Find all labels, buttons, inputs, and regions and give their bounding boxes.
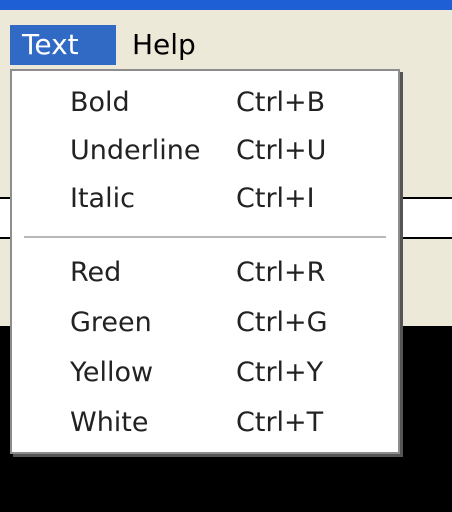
- menu-item-green[interactable]: Green Ctrl+G: [12, 299, 398, 347]
- menu-item-underline[interactable]: Underline Ctrl+U: [12, 127, 398, 175]
- menu-item-label: Bold: [70, 87, 130, 118]
- menu-item-label: Green: [70, 307, 152, 338]
- menu-item-label: Italic: [70, 183, 135, 214]
- menu-separator: [24, 236, 386, 238]
- menu-item-bold[interactable]: Bold Ctrl+B: [12, 79, 398, 127]
- menu-item-label: Yellow: [70, 357, 154, 388]
- menu-item-shortcut: Ctrl+B: [236, 87, 326, 118]
- menu-item-shortcut: Ctrl+Y: [236, 357, 324, 388]
- menu-item-italic[interactable]: Italic Ctrl+I: [12, 175, 398, 223]
- menu-item-label: Underline: [70, 135, 201, 166]
- menu-item-shortcut: Ctrl+G: [236, 307, 328, 338]
- menu-item-yellow[interactable]: Yellow Ctrl+Y: [12, 349, 398, 397]
- menu-item-white[interactable]: White Ctrl+T: [12, 399, 398, 447]
- menu-text[interactable]: Text: [10, 25, 116, 65]
- menu-help[interactable]: Help: [120, 25, 210, 65]
- menu-item-shortcut: Ctrl+R: [236, 257, 326, 288]
- menu-item-shortcut: Ctrl+T: [236, 407, 324, 438]
- menu-item-red[interactable]: Red Ctrl+R: [12, 249, 398, 297]
- window-title-strip: [0, 0, 452, 10]
- text-menu-dropdown: Bold Ctrl+B Underline Ctrl+U Italic Ctrl…: [10, 69, 400, 454]
- menu-bar: Text Help: [0, 10, 452, 69]
- menu-item-label: White: [70, 407, 149, 438]
- menu-item-shortcut: Ctrl+U: [236, 135, 327, 166]
- menu-item-shortcut: Ctrl+I: [236, 183, 315, 214]
- menu-item-label: Red: [70, 257, 122, 288]
